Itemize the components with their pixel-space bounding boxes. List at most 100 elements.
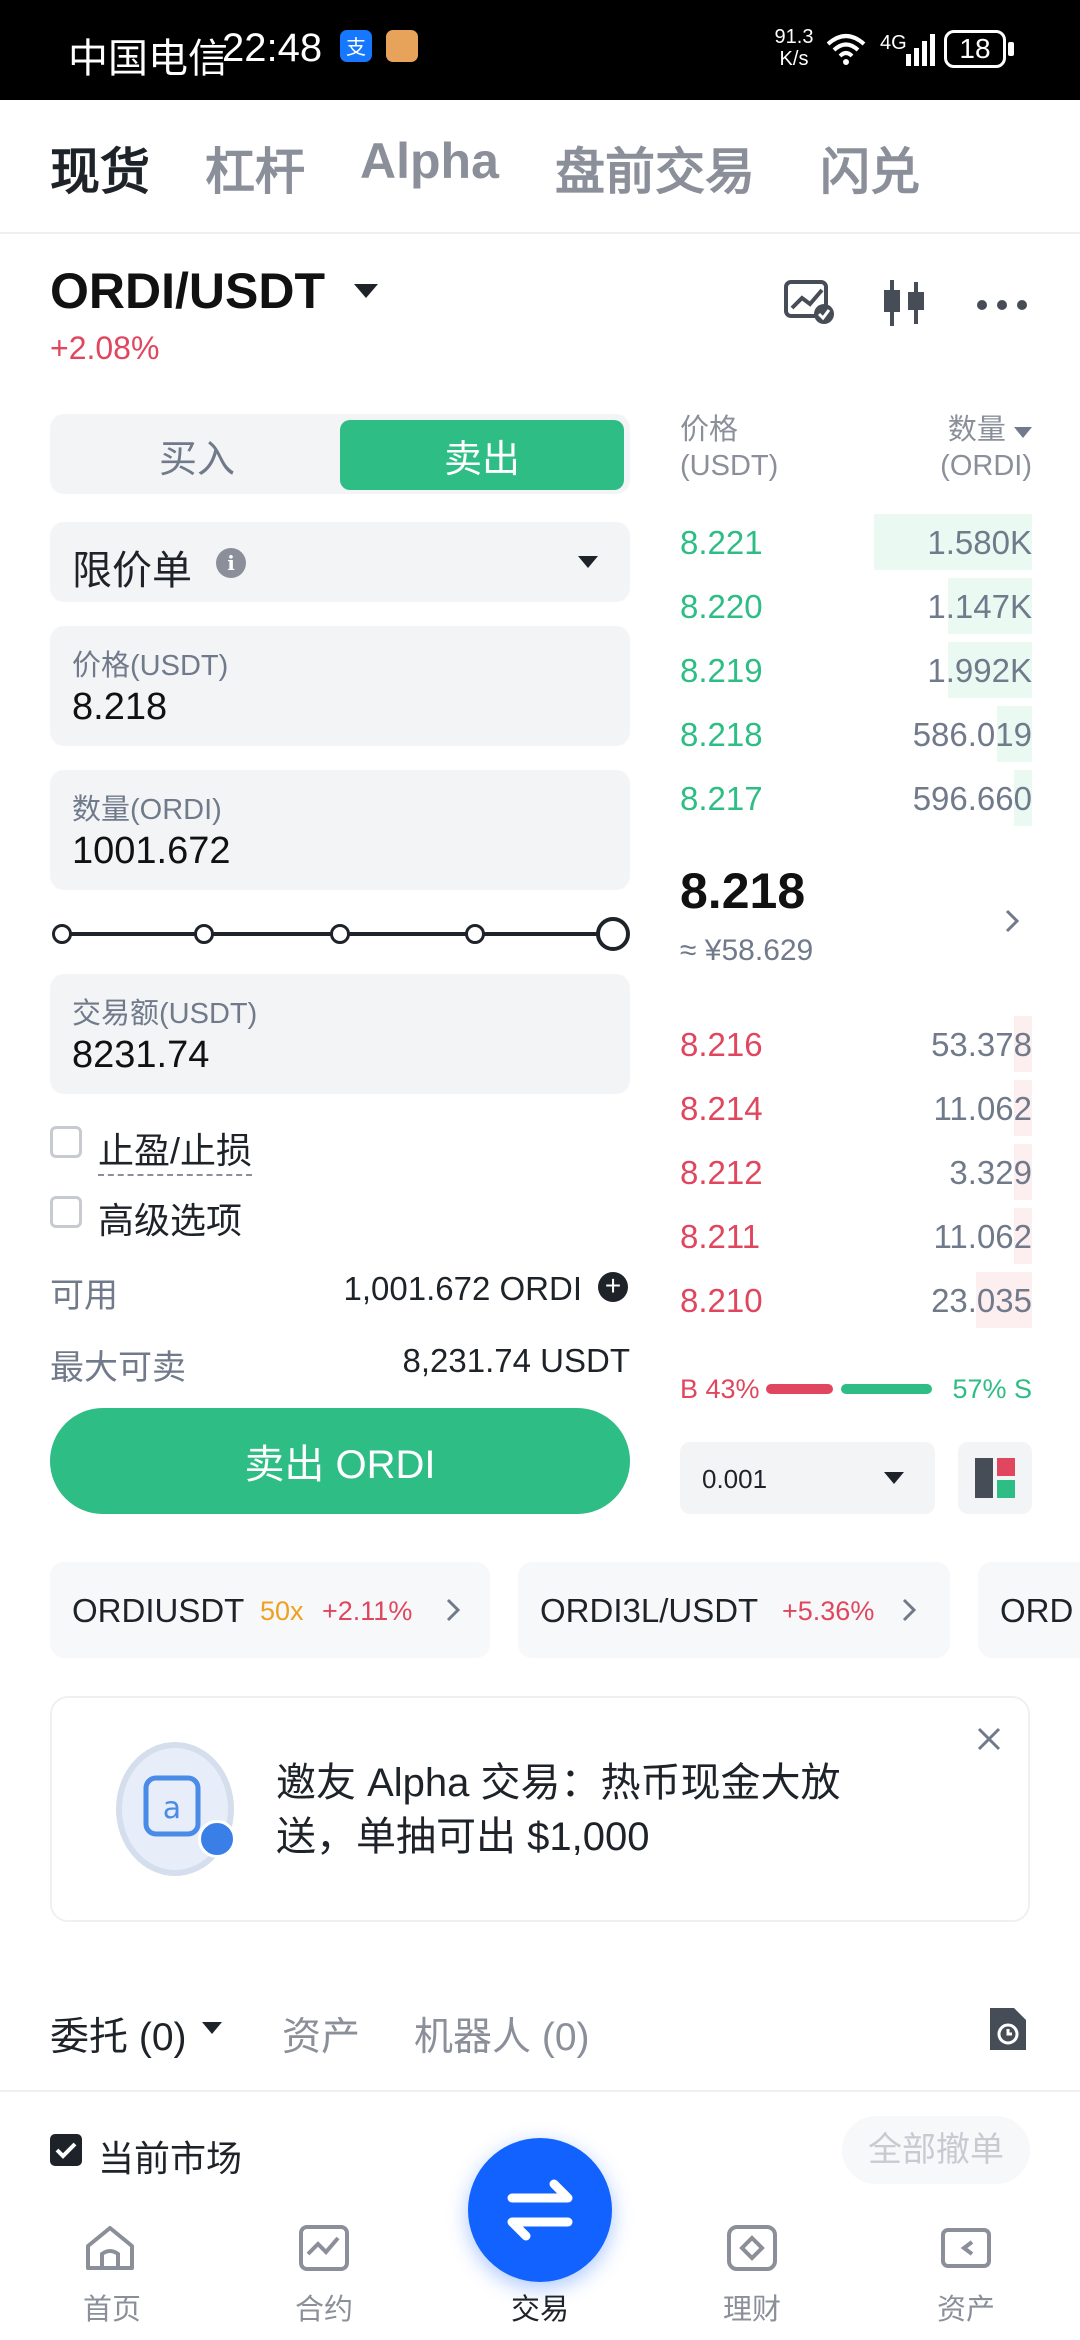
advanced-checkbox[interactable] xyxy=(50,1196,82,1228)
tab-bots[interactable]: 机器人 (0) xyxy=(414,2006,590,2062)
available-label: 可用 xyxy=(50,1277,118,1315)
ask-qty: 586.019 xyxy=(912,716,1032,753)
chevron-down-icon xyxy=(884,1472,904,1491)
ask-price: 8.217 xyxy=(680,780,763,817)
slider-stop-0[interactable] xyxy=(52,924,72,944)
home-icon[interactable] xyxy=(84,2224,136,2277)
slider-stop-75[interactable] xyxy=(465,924,485,944)
chip-symbol: ORDIUSDT xyxy=(72,1592,245,1629)
net-speed: 91.3 K/s xyxy=(772,26,816,70)
bid-qty: 11.062 xyxy=(933,1090,1032,1127)
qty-header[interactable]: 数量 (ORDI) xyxy=(940,412,1032,484)
quantity-input[interactable]: 1001.672 xyxy=(72,830,231,873)
swap-arrows-icon xyxy=(507,2179,573,2241)
tab-spot[interactable]: 现货 xyxy=(50,132,150,204)
nav-assets[interactable]: 资产 xyxy=(906,2286,1026,2328)
chart-switch-icon[interactable] xyxy=(784,278,836,331)
nav-earn[interactable]: 理财 xyxy=(692,2286,812,2328)
nav-home[interactable]: 首页 xyxy=(52,2286,172,2328)
bid-qty: 3.329 xyxy=(949,1154,1032,1191)
tab-convert[interactable]: 闪兑 xyxy=(820,132,920,204)
info-icon[interactable]: i xyxy=(216,548,246,578)
bid-price: 8.212 xyxy=(680,1154,763,1191)
bid-qty: 11.062 xyxy=(933,1218,1032,1255)
promo-user-badge-icon xyxy=(198,1820,236,1858)
tab-alpha[interactable]: Alpha xyxy=(360,132,499,190)
chevron-right-icon xyxy=(902,1598,916,1622)
net-speed-unit: K/s xyxy=(779,48,809,70)
nav-futures[interactable]: 合约 xyxy=(264,2286,384,2328)
trade-fab[interactable] xyxy=(468,2138,612,2282)
tab-assets[interactable]: 资产 xyxy=(282,2006,360,2062)
ask-qty: 596.660 xyxy=(912,780,1032,817)
tab-margin[interactable]: 杠杆 xyxy=(205,132,305,204)
bottom-tabs-divider xyxy=(0,2090,1080,2092)
order-history-icon[interactable] xyxy=(986,2006,1028,2057)
futures-chart-icon[interactable] xyxy=(298,2224,350,2277)
tab-premarket[interactable]: 盘前交易 xyxy=(555,132,755,204)
qty-header-label: 数量 xyxy=(947,414,1006,446)
nav-trade[interactable]: 交易 xyxy=(480,2286,600,2328)
ask-row[interactable]: 8.219 1.992K xyxy=(680,642,1032,698)
book-layout-icon xyxy=(975,1458,1015,1498)
tab-orders[interactable]: 委托 (0) xyxy=(50,2006,187,2062)
bid-row[interactable]: 8.214 11.062 xyxy=(680,1080,1032,1136)
bid-price: 8.214 xyxy=(680,1090,763,1127)
tabs-divider xyxy=(0,232,1080,234)
more-icon[interactable] xyxy=(976,298,1028,316)
bid-row[interactable]: 8.211 11.062 xyxy=(680,1208,1032,1264)
price-input[interactable]: 8.218 xyxy=(72,686,167,729)
related-pair-chip[interactable]: ORDIUSDT 50x +2.11% xyxy=(50,1562,490,1658)
qty-header-unit: (ORDI) xyxy=(940,450,1032,482)
bid-row[interactable]: 8.210 23.035 xyxy=(680,1272,1032,1328)
ask-row[interactable]: 8.221 1.580K xyxy=(680,514,1032,570)
current-market-label: 当前市场 xyxy=(98,2138,243,2179)
earn-icon[interactable] xyxy=(726,2224,778,2277)
qty-unit-dropdown-icon[interactable] xyxy=(1014,427,1032,439)
bid-qty: 53.378 xyxy=(931,1026,1032,1063)
chevron-right-icon[interactable] xyxy=(1004,908,1020,939)
cancel-all-button[interactable]: 全部撤单 xyxy=(842,2116,1030,2184)
bid-row[interactable]: 8.216 53.378 xyxy=(680,1016,1032,1072)
related-pair-chip[interactable]: ORDI3L/USDT +5.36% xyxy=(518,1562,950,1658)
sell-ratio-bar xyxy=(841,1384,932,1394)
pair-dropdown-icon[interactable] xyxy=(354,284,378,305)
current-market-checkbox[interactable] xyxy=(50,2134,82,2166)
price-header: 价格 (USDT) xyxy=(680,412,778,484)
status-bar: 中国电信 22:48 支 91.3 K/s 4G 18 xyxy=(0,0,1080,100)
ask-row[interactable]: 8.220 1.147K xyxy=(680,578,1032,634)
pair-selector[interactable]: ORDI/USDT xyxy=(50,262,325,320)
tp-sl-label[interactable]: 止盈/止损 xyxy=(98,1122,253,1176)
svg-text:支: 支 xyxy=(346,35,366,59)
related-pair-chip[interactable]: ORD xyxy=(978,1562,1080,1658)
candlestick-icon[interactable] xyxy=(880,278,928,333)
ask-price: 8.218 xyxy=(680,716,763,753)
slider-stop-50[interactable] xyxy=(330,924,350,944)
ask-qty: 1.580K xyxy=(927,524,1032,561)
check-icon xyxy=(55,2142,77,2159)
orders-dropdown-icon[interactable] xyxy=(202,2022,222,2041)
buy-tab[interactable]: 买入 xyxy=(56,420,338,490)
ask-row[interactable]: 8.218 586.019 xyxy=(680,706,1032,762)
alipay-icon: 支 xyxy=(340,30,372,62)
sell-submit-button[interactable]: 卖出 ORDI xyxy=(50,1408,630,1514)
total-input[interactable]: 8231.74 xyxy=(72,1034,209,1077)
buy-ratio-bar xyxy=(766,1384,833,1394)
promo-text: 邀友 Alpha 交易：热币现金大放送，单抽可出 $1,000 xyxy=(276,1761,841,1859)
ask-row[interactable]: 8.217 596.660 xyxy=(680,770,1032,826)
net-speed-value: 91.3 xyxy=(774,26,814,48)
carrier-label: 中国电信 xyxy=(68,37,228,81)
slider-thumb[interactable] xyxy=(596,917,630,951)
book-layout-button[interactable] xyxy=(958,1442,1032,1514)
close-icon[interactable] xyxy=(976,1726,1002,1757)
last-price[interactable]: 8.218 xyxy=(680,862,805,920)
svg-text:a: a xyxy=(163,1791,181,1826)
transfer-plus-icon[interactable]: + xyxy=(598,1272,628,1302)
chip-symbol: ORDI3L/USDT xyxy=(540,1592,759,1629)
ask-price: 8.221 xyxy=(680,524,763,561)
slider-stop-25[interactable] xyxy=(194,924,214,944)
bid-row[interactable]: 8.212 3.329 xyxy=(680,1144,1032,1200)
sell-tab[interactable]: 卖出 xyxy=(340,420,624,490)
wallet-icon[interactable] xyxy=(940,2224,992,2277)
tp-sl-checkbox[interactable] xyxy=(50,1126,82,1158)
